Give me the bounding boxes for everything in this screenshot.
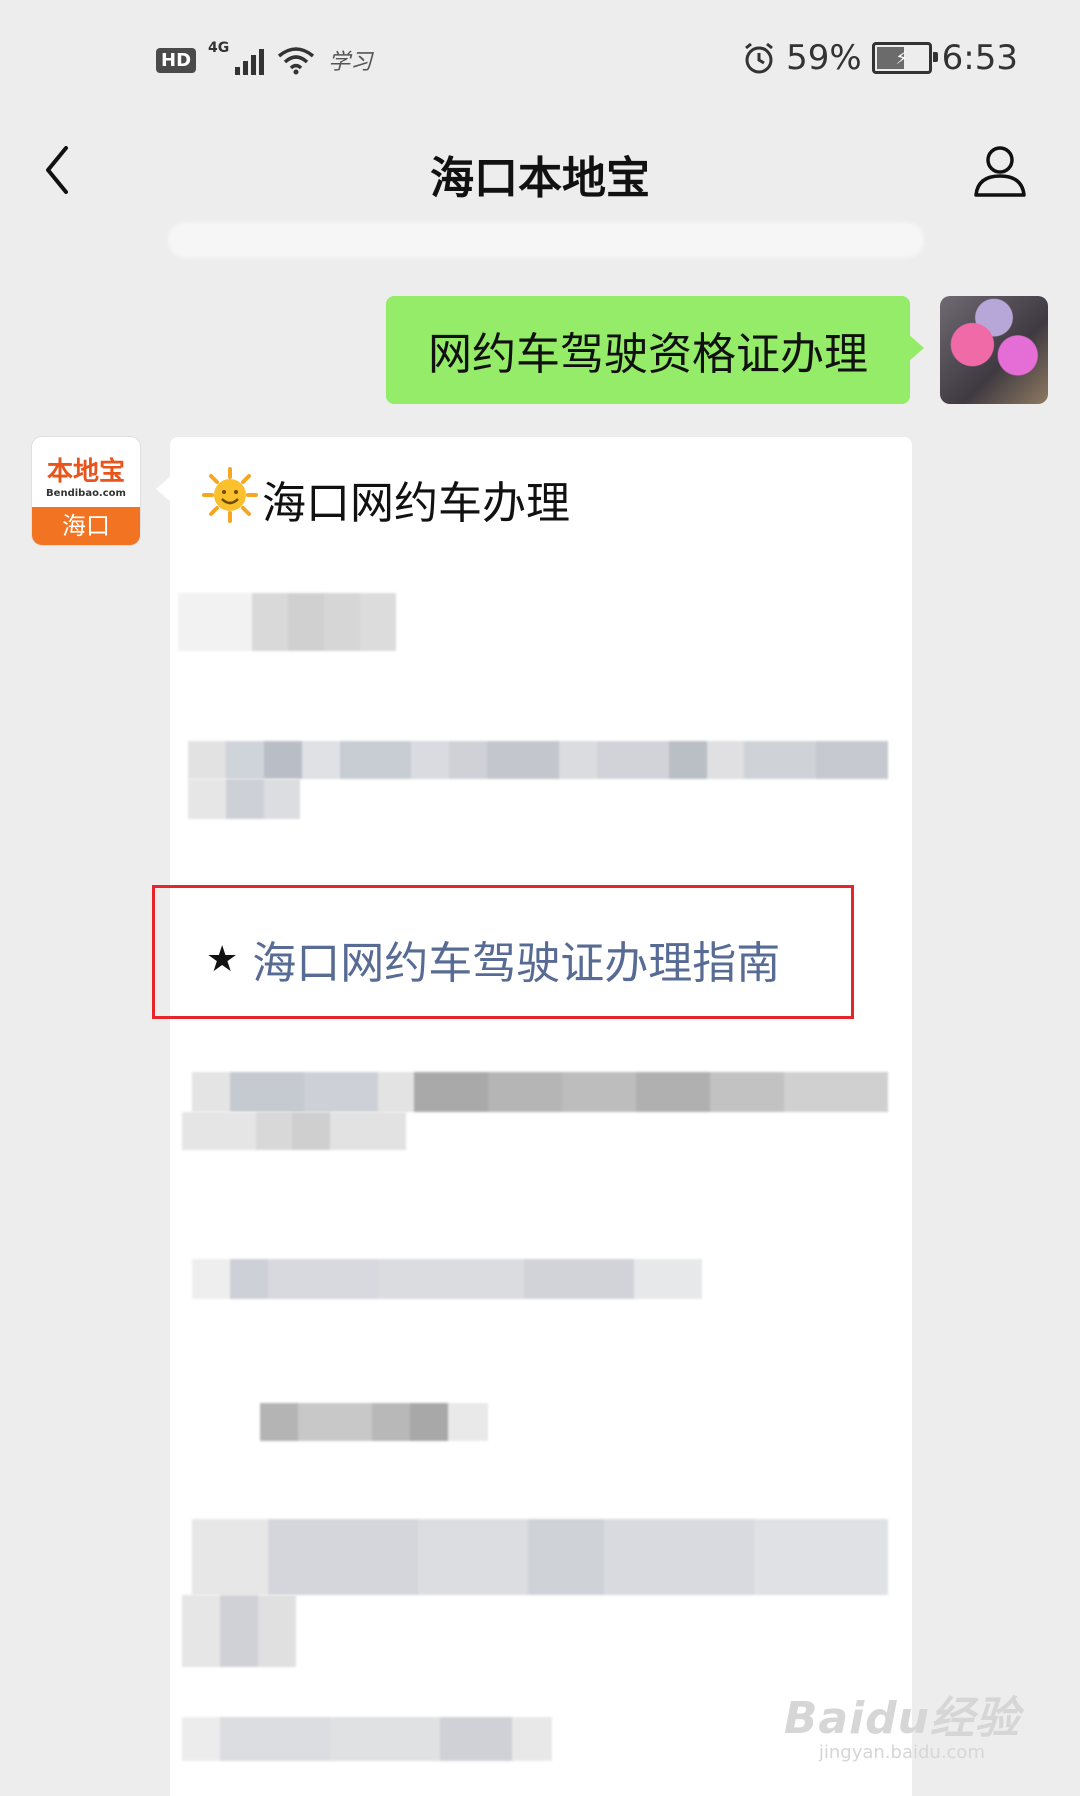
star-icon: ★ [206,938,239,980]
blurred-text [182,1717,552,1761]
blurred-text [178,593,414,651]
clock: 6:53 [941,38,1018,78]
alarm-icon [745,42,773,74]
watermark-main: Baidu经验 [783,1693,1020,1744]
wifi-icon [278,47,315,75]
status-left-icons: HD 4G 学习 [156,40,373,76]
blurred-text [188,779,300,819]
status-bar: HD 4G 学习 59% ⚡ 6:53 [0,0,1080,120]
bot-message-bubble: 海口网约车办理 ★ 海口网约车驾驶证办理指南 [152,437,912,1796]
blurred-text [192,1519,888,1595]
bot-avatar[interactable]: 本地宝 Bendibao.com 海口 [32,437,140,545]
blurred-text [182,1595,296,1667]
watermark-sub: jingyan.baidu.com [818,1742,985,1763]
blurred-text [192,1072,888,1112]
title-bar: 海口本地宝 [0,120,1080,220]
signal-icon [235,45,265,75]
blurred-text [260,1403,488,1441]
app-indicator-label: 学习 [328,50,373,75]
avatar-city-label: 海口 [32,507,140,545]
bot-message-heading: 海口网约车办理 [262,478,570,529]
hd-badge: HD [156,47,197,73]
person-icon[interactable] [970,140,1030,200]
network-type: 4G [208,40,230,56]
blurred-text [188,741,888,779]
charging-icon: ⚡ [895,47,908,69]
blurred-text [192,1259,702,1299]
blurred-message [168,222,924,258]
user-avatar[interactable] [940,296,1048,404]
battery-percent: 59% [786,38,862,78]
status-right-icons: 59% ⚡ 6:53 [742,38,1018,78]
page-title: 海口本地宝 [430,153,650,204]
battery-icon: ⚡ [871,42,938,74]
sun-emoji-icon [202,467,258,523]
guide-link-label: 海口网约车驾驶证办理指南 [252,938,781,989]
blurred-text [182,1112,406,1150]
user-message-bubble[interactable]: 网约车驾驶资格证办理 [386,296,924,404]
watermark: Baidu经验 jingyan.baidu.com [784,1682,1020,1763]
guide-link[interactable]: ★ 海口网约车驾驶证办理指南 [206,927,780,991]
avatar-url-label: Bendibao.com [46,488,126,499]
avatar-brand-label: 本地宝 [46,457,125,487]
